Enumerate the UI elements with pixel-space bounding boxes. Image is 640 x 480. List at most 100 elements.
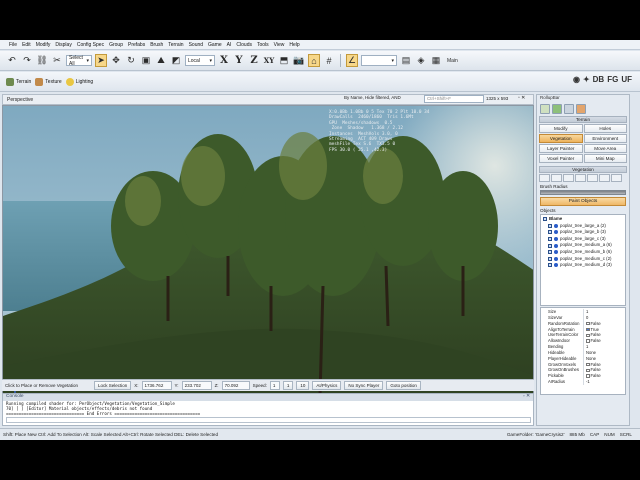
layer-painter-button[interactable]: Layer Painter	[539, 144, 583, 153]
perspective-viewport[interactable]: X:0.0Bb 1.0Bb 0 5 Tex 70 2 Plt 10.0 34 D…	[2, 105, 534, 418]
terrain-tab-icon[interactable]	[552, 103, 562, 114]
terrain-button[interactable]: Terrain	[6, 77, 31, 86]
x-coord-field[interactable]: 1736.762	[141, 381, 172, 390]
list-item[interactable]: poplar_tree_large_b (3)	[543, 229, 623, 236]
list-item[interactable]: poplar_tree_medium_d (3)	[543, 262, 623, 269]
list-item[interactable]: poplar_tree_medium_a (6)	[543, 242, 623, 249]
character-icon[interactable]: ✦	[583, 75, 590, 84]
terrain-follow-icon[interactable]: ⌂	[308, 54, 320, 67]
rotate-icon[interactable]: ↻	[125, 54, 137, 67]
checkbox[interactable]	[548, 237, 552, 242]
db-button[interactable]: DB	[593, 75, 605, 84]
viewport-filter-label[interactable]: By Name, Hide filtered, AND	[344, 95, 401, 100]
clone-object-icon[interactable]	[587, 174, 598, 182]
list-item[interactable]: poplar_tree_large_c (3)	[543, 236, 623, 243]
object-snap-icon[interactable]: ⬒	[278, 54, 290, 67]
database-icon[interactable]: ▦	[430, 54, 442, 67]
move-icon[interactable]: ✥	[110, 54, 122, 67]
terrain-section-header[interactable]: Terrain	[539, 116, 627, 123]
axis-x-button[interactable]: X	[218, 54, 230, 67]
mirror-icon[interactable]: ◩	[170, 54, 182, 67]
list-item[interactable]: poplar_tree_medium_b (6)	[543, 249, 623, 256]
console-input[interactable]	[6, 417, 531, 423]
hide-object-icon[interactable]	[599, 174, 610, 182]
paint-objects-button[interactable]: Paint Objects	[540, 197, 626, 206]
viewport-title[interactable]: Perspective	[7, 97, 33, 103]
checkbox[interactable]	[548, 256, 552, 261]
menu-prefabs[interactable]: Prefabs	[128, 42, 145, 48]
property-row[interactable]: AIRadius -1	[543, 379, 623, 385]
list-item[interactable]: poplar_tree_large_a (2)	[543, 223, 623, 230]
menu-sound[interactable]: Sound	[189, 42, 203, 48]
menu-terrain[interactable]: Terrain	[168, 42, 183, 48]
property-value[interactable]: -1	[583, 379, 623, 385]
menu-game[interactable]: Game	[208, 42, 222, 48]
axis-y-button[interactable]: Y	[233, 54, 245, 67]
checkbox[interactable]	[548, 250, 552, 255]
tree-root[interactable]: Blame	[543, 216, 623, 223]
menu-edit[interactable]: Edit	[22, 42, 31, 48]
menu-clouds[interactable]: Clouds	[236, 42, 252, 48]
holes-button[interactable]: Holes	[583, 124, 627, 133]
add-category-icon[interactable]	[539, 174, 550, 182]
lighting-button[interactable]: Lighting	[65, 77, 93, 86]
no-sync-player-button[interactable]: No Sync Player	[344, 381, 384, 390]
replace-object-icon[interactable]	[575, 174, 586, 182]
checkbox[interactable]	[548, 243, 552, 248]
select-mode-dropdown[interactable]: Select All ▾	[66, 55, 92, 67]
menu-config-spec[interactable]: Config Spec	[77, 42, 104, 48]
objects-tab-icon[interactable]	[540, 103, 550, 114]
vegetation-section-header[interactable]: Vegetation	[539, 166, 627, 173]
modify-button[interactable]: Modify	[539, 124, 583, 133]
checkbox[interactable]	[548, 223, 552, 228]
modeling-tab-icon[interactable]	[564, 103, 574, 114]
console-close-icon[interactable]: ▫ ✕	[523, 394, 530, 401]
link-icon[interactable]: ⛓	[36, 54, 48, 67]
select-arrow-icon[interactable]: ➤	[95, 54, 107, 67]
uf-button[interactable]: UF	[621, 75, 632, 84]
texture-button[interactable]: Texture	[35, 77, 62, 86]
checkbox[interactable]	[548, 230, 552, 235]
scale-icon[interactable]: ▣	[140, 54, 152, 67]
menu-tools[interactable]: Tools	[257, 42, 269, 48]
display-tab-icon[interactable]	[576, 103, 586, 114]
list-item[interactable]: poplar_tree_medium_c (2)	[543, 256, 623, 263]
grid-icon[interactable]: #	[323, 54, 335, 67]
layers-icon[interactable]: ◈	[415, 54, 427, 67]
speed-field[interactable]: 1	[269, 381, 280, 390]
coord-space-dropdown[interactable]: Local ▾	[185, 55, 215, 66]
add-object-icon[interactable]	[551, 174, 562, 182]
menu-group[interactable]: Group	[109, 42, 123, 48]
menu-display[interactable]: Display	[55, 42, 71, 48]
undo-icon[interactable]: ↶	[6, 54, 18, 67]
axis-xy-button[interactable]: XY	[263, 54, 275, 67]
brush-radius-slider[interactable]	[540, 190, 626, 195]
angle-snap-icon[interactable]: ∠	[346, 54, 358, 67]
material-icon[interactable]: ▤	[400, 54, 412, 67]
menu-brush[interactable]: Brush	[150, 42, 163, 48]
viewport-search-input[interactable]: Ctrl+Shift+F	[424, 95, 484, 103]
environment-button[interactable]: Environment	[583, 134, 627, 143]
y-coord-field[interactable]: 233.702	[181, 381, 212, 390]
vegetation-button[interactable]: Vegetation	[539, 134, 583, 143]
goto-position-button[interactable]: Goto position	[386, 381, 421, 390]
mini-map-button[interactable]: Mini Map	[583, 154, 627, 163]
menu-help[interactable]: Help	[289, 42, 299, 48]
unlink-icon[interactable]: ✂	[51, 54, 63, 67]
redo-icon[interactable]: ↷	[21, 54, 33, 67]
menu-file[interactable]: File	[9, 42, 17, 48]
z-coord-field[interactable]: 70.092	[221, 381, 250, 390]
checkbox[interactable]	[543, 217, 547, 222]
ai-physics-button[interactable]: AI/Physics	[312, 381, 342, 390]
menu-ai[interactable]: AI	[227, 42, 232, 48]
terrain-snap-icon[interactable]: ⛰	[155, 54, 167, 67]
remove-object-icon[interactable]	[563, 174, 574, 182]
voxel-painter-button[interactable]: Voxel Painter	[539, 154, 583, 163]
selection-set-dropdown[interactable]: ▾	[361, 55, 397, 66]
menu-modify[interactable]: Modify	[36, 42, 51, 48]
speed-10-button[interactable]: 10	[296, 381, 310, 390]
import-icon[interactable]	[611, 174, 622, 182]
viewport-window-buttons[interactable]: ▫ ✕	[518, 95, 525, 101]
camera-icon[interactable]: 📷	[293, 54, 305, 67]
speed-1-button[interactable]: 1	[282, 381, 294, 390]
